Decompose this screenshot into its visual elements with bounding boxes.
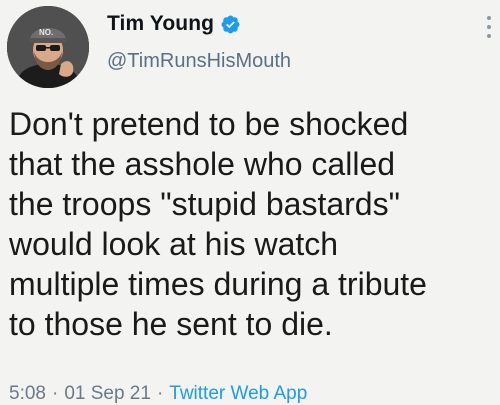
avatar-image: NO. (7, 6, 89, 88)
tweet-text: Don't pretend to be shocked that the ass… (9, 106, 427, 342)
tweet-meta: 5:08 · 01 Sep 21 · Twitter Web App (9, 383, 307, 405)
tweet-card: NO. Tim Young @TimRunsHisMouth Don't pre… (0, 0, 500, 405)
avatar-cap-text: NO. (39, 28, 53, 37)
tweet-date[interactable]: 01 Sep 21 (64, 383, 151, 404)
tweet-source-link[interactable]: Twitter Web App (169, 383, 307, 404)
author-handle[interactable]: @TimRunsHisMouth (107, 50, 291, 73)
meta-separator: · (51, 383, 59, 404)
more-options-icon[interactable] (482, 16, 496, 38)
verified-badge-icon (220, 14, 241, 35)
avatar[interactable]: NO. (7, 6, 89, 88)
author-name-row: Tim Young (107, 12, 241, 36)
meta-separator: · (156, 383, 164, 404)
tweet-time[interactable]: 5:08 (9, 383, 46, 404)
author-display-name[interactable]: Tim Young (107, 12, 214, 36)
